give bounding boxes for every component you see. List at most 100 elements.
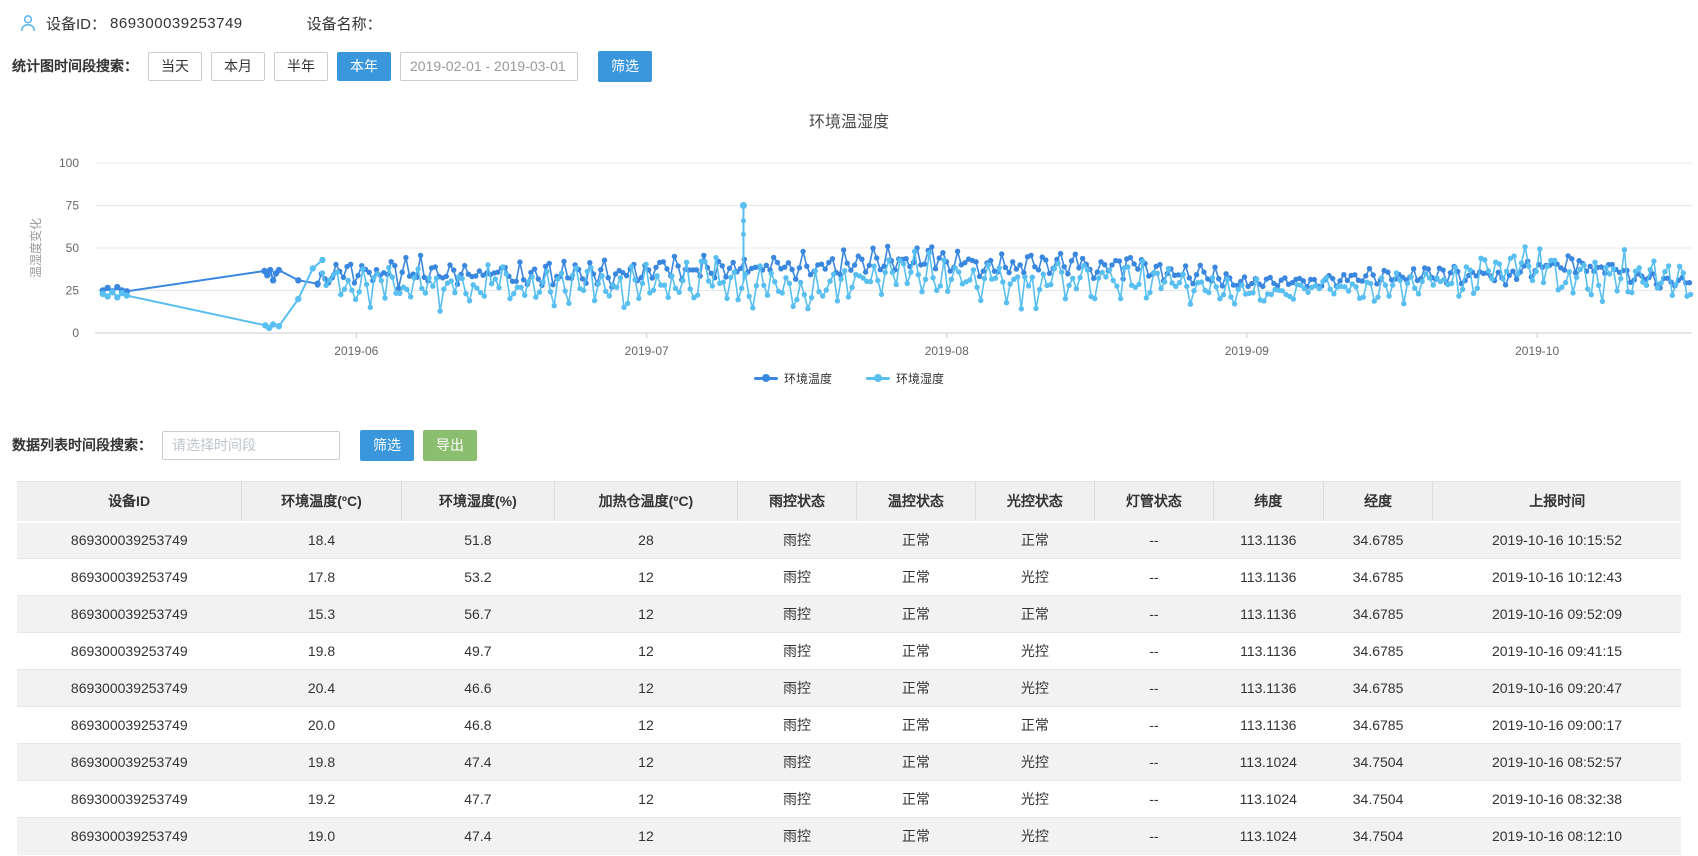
table-cell: -- xyxy=(1094,781,1213,818)
quick-range-button[interactable]: 本月 xyxy=(211,52,265,81)
table-cell: 20.4 xyxy=(242,670,402,707)
table-cell: 雨控 xyxy=(737,596,856,633)
chart-filter-label: 统计图时间段搜索： xyxy=(12,56,138,76)
table-cell: 34.6785 xyxy=(1323,559,1433,596)
table-cell: 正常 xyxy=(975,707,1094,744)
table-cell: 雨控 xyxy=(737,522,856,559)
table-cell: 12 xyxy=(554,633,737,670)
table-cell: 113.1024 xyxy=(1213,781,1323,818)
device-id-label: 设备ID： xyxy=(46,13,106,34)
table-cell: 12 xyxy=(554,707,737,744)
list-time-filter-row: 数据列表时间段搜索： 筛选 导出 xyxy=(0,429,1698,461)
svg-text:50: 50 xyxy=(66,241,80,255)
table-cell: 2019-10-16 09:52:09 xyxy=(1433,596,1681,633)
table-cell: 47.4 xyxy=(401,744,554,781)
table-body: 86930003925374918.451.828雨控正常正常--113.113… xyxy=(17,522,1681,855)
device-id-value: 869300039253749 xyxy=(110,15,243,32)
table-row: 86930003925374919.047.412雨控正常光控--113.102… xyxy=(17,818,1681,855)
table-cell: 光控 xyxy=(975,559,1094,596)
device-info-bar: 设备ID： 869300039253749 设备名称： xyxy=(0,0,1698,36)
table-cell: 19.8 xyxy=(242,744,402,781)
list-filter-button[interactable]: 筛选 xyxy=(360,430,414,461)
table-cell: 2019-10-16 08:52:57 xyxy=(1433,744,1681,781)
legend-item[interactable]: 环境温度 xyxy=(754,370,832,387)
table-cell: 12 xyxy=(554,670,737,707)
table-cell: 34.6785 xyxy=(1323,633,1433,670)
quick-range-button[interactable]: 本年 xyxy=(337,52,391,81)
table-cell: 2019-10-16 10:15:52 xyxy=(1433,522,1681,559)
table-cell: 12 xyxy=(554,559,737,596)
table-cell: 19.8 xyxy=(242,633,402,670)
table-row: 86930003925374920.046.812雨控正常正常--113.113… xyxy=(17,707,1681,744)
legend-label: 环境温度 xyxy=(784,370,832,387)
table-cell: 12 xyxy=(554,596,737,633)
table-cell: 18.4 xyxy=(242,522,402,559)
table-cell: 869300039253749 xyxy=(17,818,242,855)
table-cell: -- xyxy=(1094,707,1213,744)
table-cell: 雨控 xyxy=(737,670,856,707)
table-cell: 正常 xyxy=(975,522,1094,559)
column-header: 上报时间 xyxy=(1433,482,1681,522)
export-button[interactable]: 导出 xyxy=(423,430,477,461)
table-cell: 34.6785 xyxy=(1323,522,1433,559)
table-cell: 47.4 xyxy=(401,818,554,855)
table-cell: 34.6785 xyxy=(1323,670,1433,707)
table-cell: -- xyxy=(1094,522,1213,559)
legend-item[interactable]: 环境湿度 xyxy=(866,370,944,387)
chart-area: 0255075100温湿度变化2019-062019-072019-082019… xyxy=(0,148,1698,389)
legend-label: 环境湿度 xyxy=(896,370,944,387)
table-cell: -- xyxy=(1094,818,1213,855)
svg-text:2019-06: 2019-06 xyxy=(334,344,378,358)
table-row: 86930003925374919.847.412雨控正常光控--113.102… xyxy=(17,744,1681,781)
quick-range-group: 当天本月半年本年 xyxy=(148,52,400,81)
table-cell: 正常 xyxy=(856,633,975,670)
user-icon xyxy=(18,13,38,33)
table-cell: 20.0 xyxy=(242,707,402,744)
chart-filter-button[interactable]: 筛选 xyxy=(598,51,652,82)
table-cell: -- xyxy=(1094,559,1213,596)
legend-line-marker-icon xyxy=(754,373,778,383)
table-cell: -- xyxy=(1094,633,1213,670)
table-header: 设备ID环境温度(ºC)环境湿度(%)加热仓温度(ºC)雨控状态温控状态光控状态… xyxy=(17,482,1681,522)
table-cell: 光控 xyxy=(975,670,1094,707)
table-cell: 34.7504 xyxy=(1323,744,1433,781)
chart-date-range-input[interactable] xyxy=(400,52,578,81)
table-cell: 869300039253749 xyxy=(17,522,242,559)
table-cell: 51.8 xyxy=(401,522,554,559)
table-cell: 869300039253749 xyxy=(17,559,242,596)
svg-text:0: 0 xyxy=(72,326,79,340)
table-cell: 2019-10-16 09:41:15 xyxy=(1433,633,1681,670)
table-cell: 2019-10-16 08:12:10 xyxy=(1433,818,1681,855)
svg-text:25: 25 xyxy=(66,284,80,298)
table-cell: 光控 xyxy=(975,818,1094,855)
table-cell: 53.2 xyxy=(401,559,554,596)
table-cell: 雨控 xyxy=(737,781,856,818)
table-row: 86930003925374919.849.712雨控正常光控--113.113… xyxy=(17,633,1681,670)
table-cell: 28 xyxy=(554,522,737,559)
table-cell: 46.6 xyxy=(401,670,554,707)
table-cell: 113.1136 xyxy=(1213,670,1323,707)
table-row: 86930003925374920.446.612雨控正常光控--113.113… xyxy=(17,670,1681,707)
table-cell: 2019-10-16 09:20:47 xyxy=(1433,670,1681,707)
quick-range-button[interactable]: 半年 xyxy=(274,52,328,81)
svg-text:2019-09: 2019-09 xyxy=(1225,344,1269,358)
table-cell: 869300039253749 xyxy=(17,633,242,670)
svg-text:温湿度变化: 温湿度变化 xyxy=(28,218,43,278)
table-cell: 正常 xyxy=(975,596,1094,633)
table-cell: 雨控 xyxy=(737,744,856,781)
chart-time-filter-row: 统计图时间段搜索： 当天本月半年本年 筛选 xyxy=(0,50,1698,82)
svg-text:2019-08: 2019-08 xyxy=(925,344,969,358)
table-cell: -- xyxy=(1094,744,1213,781)
table-cell: 113.1136 xyxy=(1213,707,1323,744)
table-cell: 正常 xyxy=(856,522,975,559)
legend-line-marker-icon xyxy=(866,373,890,383)
table-cell: 光控 xyxy=(975,633,1094,670)
quick-range-button[interactable]: 当天 xyxy=(148,52,202,81)
column-header: 加热仓温度(ºC) xyxy=(554,482,737,522)
table-row: 86930003925374915.356.712雨控正常正常--113.113… xyxy=(17,596,1681,633)
table-cell: 正常 xyxy=(856,559,975,596)
temperature-humidity-chart: 0255075100温湿度变化2019-062019-072019-082019… xyxy=(0,148,1698,360)
table-cell: 34.6785 xyxy=(1323,707,1433,744)
table-cell: 17.8 xyxy=(242,559,402,596)
list-date-range-input[interactable] xyxy=(162,431,340,460)
